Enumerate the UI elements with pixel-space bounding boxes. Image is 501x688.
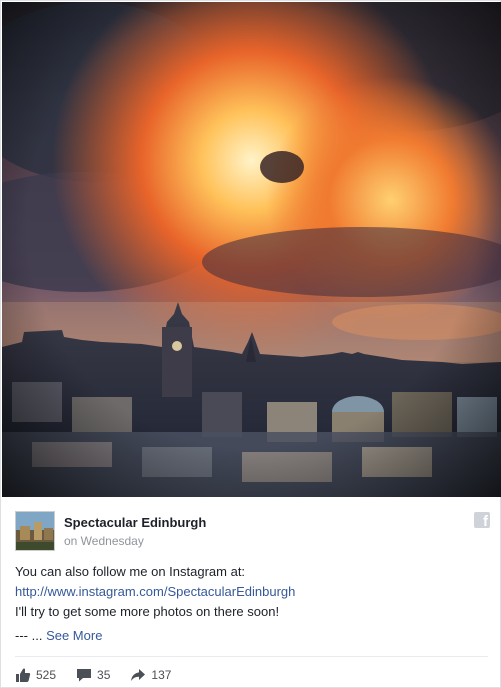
like-button[interactable]: 525 [15,667,56,683]
post-text-line: I'll try to get some more photos on ther… [15,604,280,619]
post-photo-edinburgh-skyline[interactable] [2,2,501,497]
like-count: 525 [36,668,57,682]
page-name-link[interactable]: Spectacular Edinburgh [64,515,206,530]
instagram-link[interactable]: http://www.instagram.com/SpectacularEdin… [15,584,295,599]
post-header: Spectacular Edinburgh on Wednesday f [15,511,490,551]
share-arrow-icon [131,669,146,681]
reaction-bar: 525 35 137 [15,665,191,685]
share-count: 137 [151,668,172,682]
post-text-line: You can also follow me on Instagram at: [15,564,246,579]
facebook-icon[interactable]: f [474,512,490,530]
thumbs-up-icon [16,668,31,682]
truncation-ellipsis: --- ... [15,628,43,643]
action-divider [15,656,488,657]
share-button[interactable]: 137 [130,667,171,683]
avatar-image [16,512,54,550]
page-avatar[interactable] [15,511,55,551]
comment-count: 35 [97,668,111,682]
post-message: You can also follow me on Instagram at: … [15,562,490,646]
facebook-post-card: Spectacular Edinburgh on Wednesday f You… [0,0,501,688]
post-timestamp[interactable]: on Wednesday [64,534,144,548]
comment-bubble-icon [77,669,92,682]
see-more-link[interactable]: See More [46,628,102,643]
comment-button[interactable]: 35 [76,667,110,683]
skyline-photo-image [2,2,501,497]
